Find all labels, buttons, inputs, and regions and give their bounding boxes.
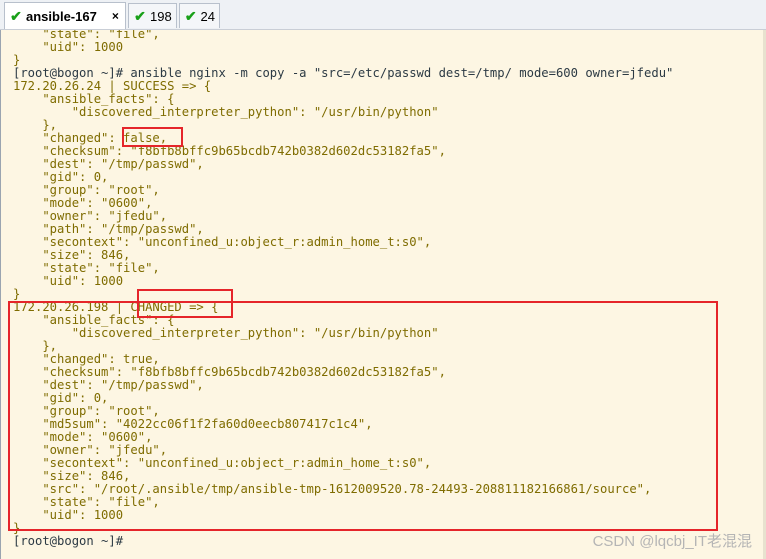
terminal-line: [root@bogon ~]# bbox=[13, 534, 124, 548]
watermark: CSDN @lqcbj_IT老混混 bbox=[592, 533, 752, 550]
terminal-line: "uid": 1000 bbox=[13, 274, 124, 288]
terminal-line: "dest": "/tmp/passwd", bbox=[13, 157, 204, 171]
tab-label: 24 bbox=[200, 8, 215, 24]
terminal-output[interactable]: "state": "file", "uid": 1000} [root@bogon… bbox=[0, 30, 766, 559]
tab-bar: ✔ ansible-167 × ✔ 198 ✔ 24 bbox=[0, 0, 766, 30]
tab-label: ansible-167 bbox=[26, 8, 97, 24]
check-icon: ✔ bbox=[134, 7, 146, 24]
tab-24[interactable]: ✔ 24 bbox=[179, 3, 220, 28]
terminal-line: "uid": 1000 bbox=[13, 40, 124, 54]
close-icon[interactable]: × bbox=[112, 9, 119, 23]
host-198-result-highlight bbox=[8, 301, 718, 531]
tab-ansible-167[interactable]: ✔ ansible-167 × bbox=[4, 2, 126, 29]
changed-false-highlight bbox=[122, 127, 183, 147]
tab-198[interactable]: ✔ 198 bbox=[128, 3, 177, 28]
check-icon: ✔ bbox=[10, 7, 22, 24]
tab-label: 198 bbox=[150, 8, 172, 24]
check-icon: ✔ bbox=[184, 7, 197, 24]
terminal-line: "discovered_interpreter_python": "/usr/b… bbox=[13, 105, 439, 119]
